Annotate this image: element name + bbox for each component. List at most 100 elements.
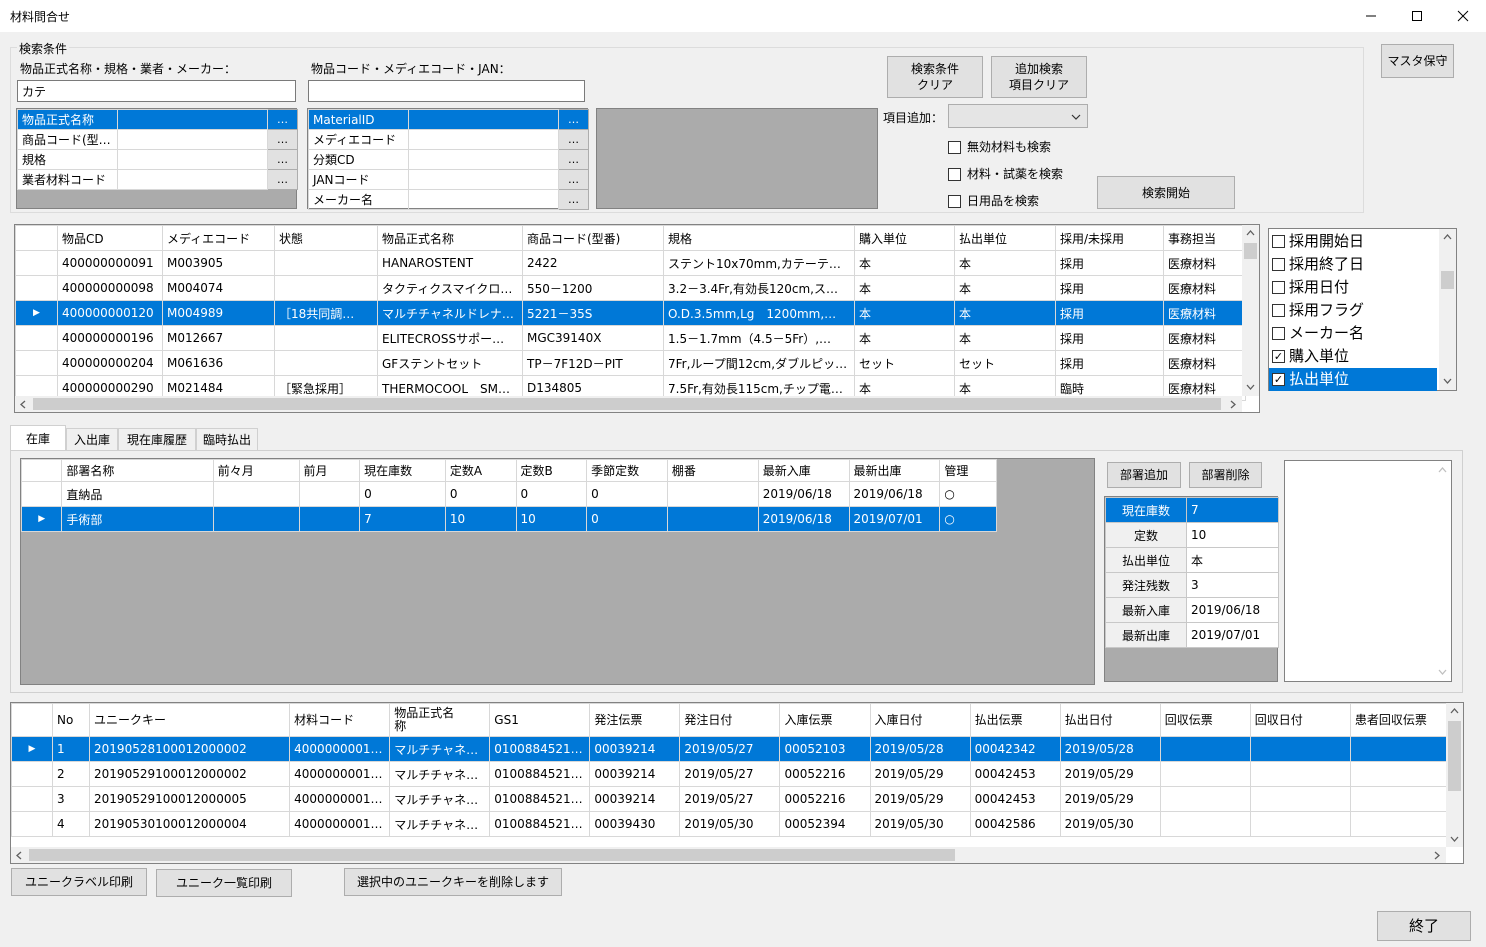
cell[interactable]: 2019/05/30 bbox=[679, 811, 781, 837]
table-row[interactable]: 2 20190529100012000002 400000000120 マルチチャネル… bbox=[11, 761, 1452, 787]
row-header[interactable] bbox=[15, 350, 58, 376]
cell[interactable]: 20190529100012000005 bbox=[89, 786, 291, 812]
cell[interactable] bbox=[274, 275, 378, 301]
detail-value[interactable]: 2019/06/18 bbox=[1186, 597, 1279, 623]
cell[interactable]: 2019/05/29 bbox=[869, 761, 971, 787]
row-header[interactable] bbox=[15, 275, 58, 301]
exit-button[interactable]: 終了 bbox=[1377, 911, 1471, 941]
cell[interactable]: 医療材料 bbox=[1163, 325, 1246, 351]
clear-search-button[interactable]: 検索条件 クリア bbox=[887, 56, 983, 98]
tab-stock[interactable]: 在庫 bbox=[10, 425, 66, 450]
table-row[interactable]: 4 20190530100012000004 400000000120 マルチチャネル… bbox=[11, 811, 1452, 837]
cell[interactable]: 本 bbox=[954, 250, 1056, 276]
cell[interactable]: マルチチャネルド… bbox=[389, 811, 491, 837]
field-name[interactable]: MaterialID bbox=[308, 109, 409, 130]
cell[interactable] bbox=[666, 506, 759, 532]
cell[interactable]: GFステントセット bbox=[377, 350, 523, 376]
cell[interactable] bbox=[1349, 761, 1452, 787]
col-header[interactable]: 患者回収伝票 bbox=[1349, 703, 1452, 737]
cell[interactable]: 00042453 bbox=[969, 786, 1061, 812]
cell[interactable]: TP－7F12D－PIT bbox=[522, 350, 664, 376]
table-row[interactable]: 400000000204 M061636 GFステントセット TP－7F12D－PIT… bbox=[15, 350, 1246, 376]
cell[interactable]: M004074 bbox=[162, 275, 275, 301]
cell[interactable]: 2019/07/01 bbox=[848, 506, 941, 532]
cell[interactable]: 00052216 bbox=[779, 761, 871, 787]
cell[interactable] bbox=[298, 481, 361, 507]
cell[interactable]: 採用 bbox=[1055, 350, 1164, 376]
cell[interactable]: 10 bbox=[515, 506, 588, 532]
checklist-item[interactable]: メーカー名 bbox=[1269, 322, 1437, 345]
scroll-thumb[interactable] bbox=[29, 849, 955, 861]
col-header[interactable]: 発注日付 bbox=[679, 703, 781, 737]
cell[interactable]: 手術部 bbox=[61, 506, 214, 532]
col-header[interactable]: 回収伝票 bbox=[1159, 703, 1251, 737]
cell[interactable]: 採用 bbox=[1055, 300, 1164, 326]
table-row[interactable]: 400000000091 M003905 HANAROSTENT 2422 ステント10… bbox=[15, 250, 1246, 276]
tab-temp-dispense[interactable]: 臨時払出 bbox=[196, 428, 258, 450]
cell[interactable]: 直納品 bbox=[61, 481, 214, 507]
cell[interactable] bbox=[1249, 811, 1351, 837]
col-header[interactable]: メディエコード bbox=[162, 225, 275, 251]
row-header[interactable]: ▶ bbox=[20, 506, 63, 532]
clear-added-fields-button[interactable]: 追加検索 項目クリア bbox=[991, 56, 1087, 98]
col-header[interactable]: 物品CD bbox=[57, 225, 163, 251]
cell[interactable]: 採用 bbox=[1055, 250, 1164, 276]
checklist-item[interactable]: 採用終了日 bbox=[1269, 253, 1437, 276]
field-value[interactable] bbox=[408, 109, 559, 130]
cell[interactable]: 400000000091 bbox=[57, 250, 163, 276]
cell[interactable]: 400000000120 bbox=[289, 811, 391, 837]
col-header[interactable]: 物品正式名 称 bbox=[389, 703, 491, 737]
cell[interactable]: 0 bbox=[586, 481, 668, 507]
cell[interactable]: 2422 bbox=[522, 250, 664, 276]
cell[interactable] bbox=[1159, 811, 1251, 837]
cell[interactable]: マルチチャネルドレナー… bbox=[377, 300, 523, 326]
cell[interactable]: 3 bbox=[52, 786, 91, 812]
cell[interactable]: 400000000120 bbox=[289, 761, 391, 787]
cell[interactable]: 本 bbox=[954, 300, 1056, 326]
row-header[interactable] bbox=[15, 250, 58, 276]
field-value[interactable] bbox=[117, 169, 268, 190]
col-header[interactable]: 入庫伝票 bbox=[779, 703, 871, 737]
scroll-thumb[interactable] bbox=[33, 398, 1221, 410]
row-header[interactable]: ▶ bbox=[11, 736, 54, 762]
cell[interactable] bbox=[1159, 761, 1251, 787]
cell[interactable] bbox=[1249, 786, 1351, 812]
table-row[interactable]: ▶ 1 20190528100012000002 400000000120 マルチチャネ… bbox=[11, 736, 1452, 762]
cell[interactable]: 0 bbox=[444, 481, 517, 507]
cell[interactable]: 7 bbox=[359, 506, 446, 532]
checklist-item[interactable]: 採用開始日 bbox=[1269, 230, 1437, 253]
checklist-item[interactable]: ✓ 購入単位 bbox=[1269, 345, 1437, 368]
table-row[interactable]: ▶ 400000000120 M004989 ［18共同調… マルチチャネルドレナー… 5… bbox=[15, 300, 1246, 326]
cell[interactable]: 00039214 bbox=[589, 736, 681, 762]
memo-vscroll[interactable] bbox=[1434, 461, 1451, 681]
ellipsis-button[interactable]: … bbox=[267, 169, 298, 190]
cell[interactable]: 00042453 bbox=[969, 761, 1061, 787]
cell[interactable] bbox=[1159, 736, 1251, 762]
field-name[interactable]: 分類CD bbox=[308, 149, 409, 170]
field-value[interactable] bbox=[117, 149, 268, 170]
field-value[interactable] bbox=[117, 129, 268, 150]
col-header[interactable]: No bbox=[52, 703, 91, 737]
invalid-material-checkbox[interactable]: 無効材料も検索 bbox=[948, 138, 1051, 155]
col-header[interactable]: 定数A bbox=[444, 459, 517, 482]
cell[interactable]: 1.5－1.7mm（4.5－5Fr）,… bbox=[663, 325, 855, 351]
col-header[interactable]: 購入単位 bbox=[854, 225, 955, 251]
col-header[interactable]: 定数B bbox=[515, 459, 588, 482]
cell[interactable]: M004989 bbox=[162, 300, 275, 326]
row-header[interactable] bbox=[15, 325, 58, 351]
col-header[interactable]: 最新入庫 bbox=[757, 459, 850, 482]
cell[interactable]: 00039430 bbox=[589, 811, 681, 837]
cell[interactable]: 400000000120 bbox=[289, 736, 391, 762]
scroll-thumb[interactable] bbox=[1448, 721, 1461, 791]
master-maintenance-button[interactable]: マスタ保守 bbox=[1381, 44, 1454, 78]
col-header[interactable]: 前々月 bbox=[212, 459, 300, 482]
reagent-checkbox[interactable]: 材料・試薬を検索 bbox=[948, 165, 1063, 182]
col-header[interactable]: 物品正式名称 bbox=[377, 225, 523, 251]
ellipsis-button[interactable]: … bbox=[558, 149, 589, 170]
cell[interactable]: 20190528100012000002 bbox=[89, 736, 291, 762]
row-header[interactable] bbox=[11, 761, 54, 787]
cell[interactable]: 550－1200 bbox=[522, 275, 664, 301]
delete-selected-unique-key-button[interactable]: 選択中のユニークキーを削除します bbox=[344, 868, 562, 896]
cell[interactable]: 00042342 bbox=[969, 736, 1061, 762]
cell[interactable] bbox=[212, 481, 300, 507]
